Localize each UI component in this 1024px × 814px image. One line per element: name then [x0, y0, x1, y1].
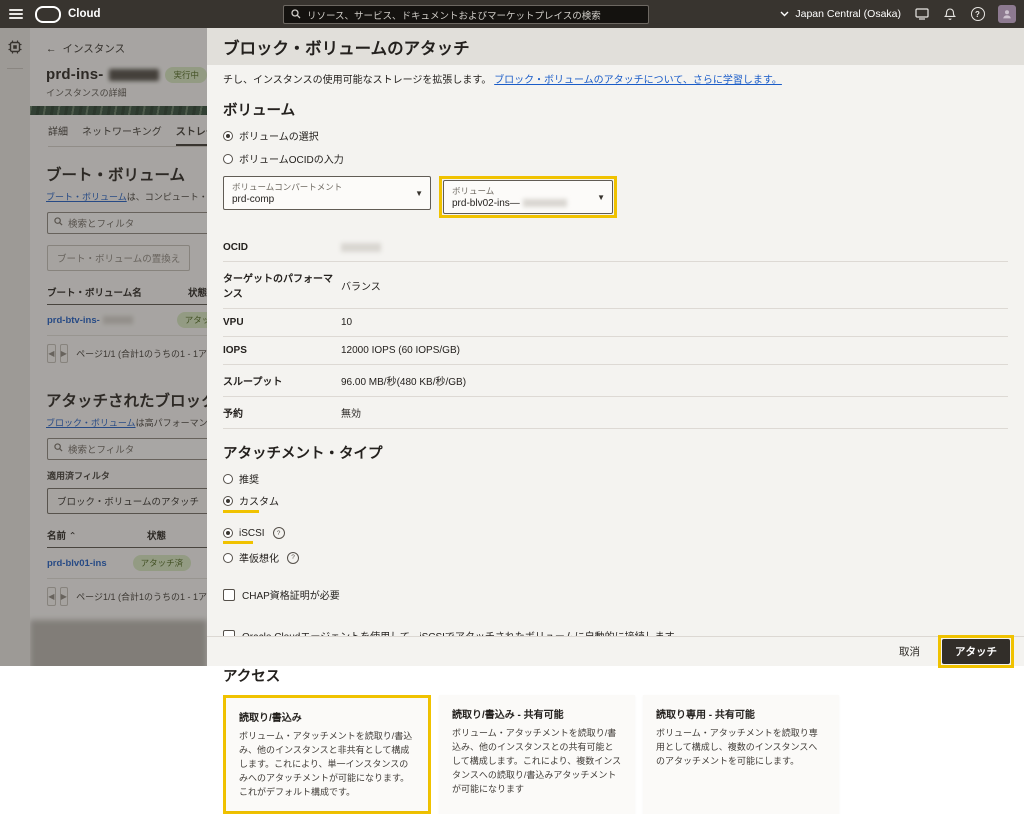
custom-highlight-underline [223, 510, 259, 513]
radio-icon [223, 130, 233, 141]
radio-icon [223, 528, 233, 538]
radio-select-volume[interactable]: ボリュームの選択 [223, 128, 1008, 143]
chevron-down-icon: ▼ [415, 189, 423, 199]
detail-row-ocid: OCID [223, 234, 1008, 262]
volume-section-heading: ボリューム [223, 103, 296, 119]
radio-custom[interactable]: カスタム [223, 493, 1008, 508]
top-bar: Cloud リソース、サービス、ドキュメントおよびマーケットプレイスの検索 Ja… [0, 0, 1024, 28]
compartment-select[interactable]: ボリュームコンパートメント prd-comp ▼ [223, 176, 431, 210]
search-placeholder: リソース、サービス、ドキュメントおよびマーケットプレイスの検索 [307, 10, 601, 22]
search-icon [291, 6, 301, 24]
radio-enter-ocid[interactable]: ボリュームOCIDの入力 [223, 151, 1008, 166]
attachment-type-heading: アタッチメント・タイプ [223, 446, 383, 462]
chap-checkbox-row[interactable]: CHAP資格証明が必要 [223, 587, 1008, 602]
panel-header: ブロック・ボリュームのアタッチ [207, 28, 1024, 65]
attach-button[interactable]: アタッチ [942, 639, 1010, 664]
region-label: Japan Central (Osaka) [795, 8, 901, 20]
redacted-ocid-value [341, 243, 381, 252]
detail-row-vpu: VPU 10 [223, 309, 1008, 337]
checkbox-icon [223, 588, 235, 601]
radio-icon [223, 153, 233, 164]
radio-paravirtualized[interactable]: 準仮想化 [223, 550, 1008, 565]
detail-row-iops: IOPS 12000 IOPS (60 IOPS/GB) [223, 337, 1008, 365]
user-avatar[interactable] [998, 5, 1016, 23]
chevron-down-icon [780, 11, 789, 17]
cloud-shell-icon[interactable] [914, 7, 929, 22]
learn-more-link[interactable]: ブロック・ボリュームのアタッチについて、さらに学習します。 [494, 75, 782, 86]
radio-icon [223, 552, 233, 563]
hamburger-menu-icon[interactable] [9, 9, 23, 19]
detail-row-throughput: スループット 96.00 MB/秒(480 KB/秒/GB) [223, 365, 1008, 397]
radio-recommended[interactable]: 推奨 [223, 471, 1008, 486]
panel-footer: 取消 アタッチ [207, 635, 1024, 668]
access-card-read-write[interactable]: 読取り/書込み ボリューム・アタッチメントを読取り/書込み、他のインスタンスと非… [226, 698, 428, 811]
radio-icon [223, 473, 233, 484]
panel-title: ブロック・ボリュームのアタッチ [223, 39, 470, 58]
access-section-heading: アクセス [223, 669, 281, 685]
paravirtualized-help-icon[interactable] [287, 551, 299, 564]
attach-block-volume-panel: ブロック・ボリュームのアタッチ チし、インスタンスの使用可能なストレージを拡張し… [207, 28, 1024, 814]
access-card-selected-highlight: 読取り/書込み ボリューム・アタッチメントを読取り/書込み、他のインスタンスと非… [223, 695, 431, 814]
iscsi-help-icon[interactable] [272, 527, 285, 539]
iscsi-highlight-underline [223, 541, 253, 544]
chevron-down-icon: ▼ [597, 193, 605, 203]
notifications-bell-icon[interactable] [942, 7, 957, 22]
volume-select-highlight: ボリューム prd-blv02-ins— ▼ [439, 176, 617, 218]
oracle-logo-icon[interactable] [35, 5, 61, 23]
cancel-button[interactable]: 取消 [899, 644, 920, 659]
radio-icon [223, 495, 233, 506]
brand-label: Cloud [68, 8, 101, 20]
radio-iscsi[interactable]: iSCSI [223, 527, 1008, 539]
access-card-read-write-shareable[interactable]: 読取り/書込み - 共有可能 ボリューム・アタッチメントを読取り/書込み、他のイ… [439, 695, 635, 814]
detail-row-reservation: 予約 無効 [223, 397, 1008, 429]
region-selector[interactable]: Japan Central (Osaka) [780, 8, 901, 20]
global-search-input[interactable]: リソース、サービス、ドキュメントおよびマーケットプレイスの検索 [283, 5, 649, 24]
detail-row-performance: ターゲットのパフォーマンス バランス [223, 262, 1008, 309]
redacted-volume-name [522, 199, 567, 208]
modal-dim-overlay [0, 28, 207, 666]
access-card-read-only-shareable[interactable]: 読取り専用 - 共有可能 ボリューム・アタッチメントを読取り専用として構成し、複… [643, 695, 839, 814]
volume-select[interactable]: ボリューム prd-blv02-ins— ▼ [443, 180, 613, 214]
attach-button-highlight: アタッチ [938, 635, 1014, 668]
panel-intro: チし、インスタンスの使用可能なストレージを拡張します。 ブロック・ボリュームのア… [223, 75, 782, 86]
help-icon[interactable]: ? [970, 7, 985, 22]
